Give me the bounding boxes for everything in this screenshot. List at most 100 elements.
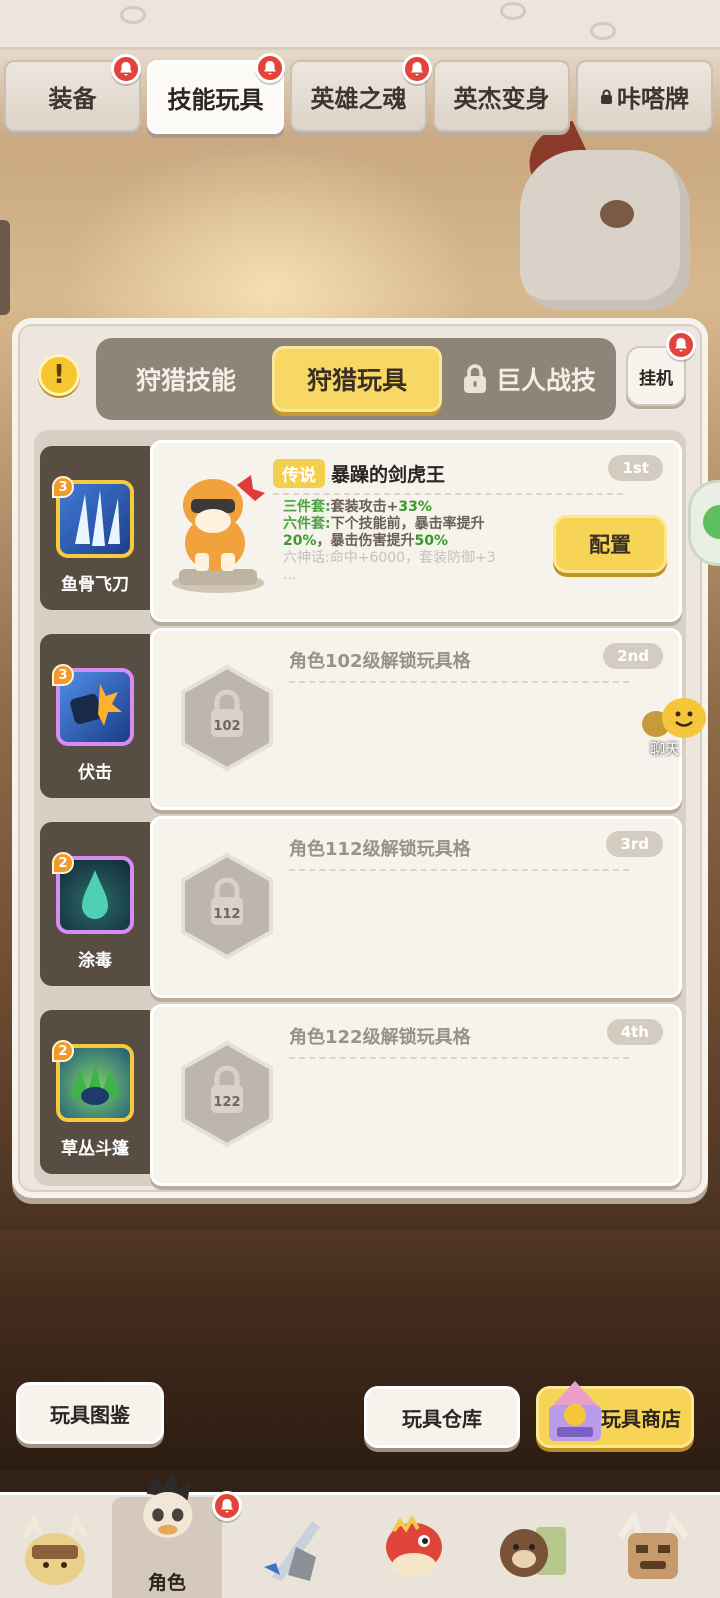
toy-slot-3: 2 涂毒 112 角色112级解锁玩具格 3rd <box>40 816 682 1000</box>
subtab-hunt-skills[interactable]: 狩猎技能 <box>106 346 266 412</box>
tab-label: 咔嗒牌 <box>617 84 689 113</box>
toy-codex-button[interactable]: 玩具图鉴 <box>16 1382 164 1444</box>
skill-level-badge: 3 <box>52 476 74 498</box>
tab-hero-transform[interactable]: 英杰变身 <box>433 60 570 132</box>
sword-shield-icon <box>264 1521 320 1581</box>
divider <box>289 1057 629 1059</box>
tab-skill-toys[interactable]: 技能玩具 <box>147 53 285 134</box>
tiki-totem-icon <box>617 1510 689 1579</box>
tab-equipment[interactable]: 装备 <box>4 54 141 132</box>
slot-rank-badge: 1st <box>608 455 663 481</box>
skill-name: 伏击 <box>78 763 112 783</box>
nav-guild[interactable] <box>598 1503 708 1595</box>
locked-toy-card[interactable]: 122 角色122级解锁玩具格 4th <box>150 1004 682 1186</box>
side-drawer-handle[interactable] <box>0 220 10 315</box>
side-event-button[interactable] <box>688 480 720 566</box>
lock-level-text: 112 <box>213 907 240 922</box>
subtab-hunt-toys[interactable]: 狩猎玩具 <box>272 346 442 412</box>
set-label: 三件套: <box>283 499 331 515</box>
sabertooth-king-toy-image <box>172 475 265 593</box>
skill-name: 草丛斗篷 <box>61 1139 129 1159</box>
tab-label: 英杰变身 <box>453 84 550 113</box>
decor-swirl <box>500 2 526 20</box>
toy-warehouse-button[interactable]: 玩具仓库 <box>364 1386 520 1448</box>
slot-rank-badge: 4th <box>606 1019 663 1045</box>
locked-toy-card[interactable]: 112 角色112级解锁玩具格 3rd <box>150 816 682 998</box>
slot-rank-badge: 3rd <box>606 831 663 857</box>
nav-hero-barbarian[interactable] <box>0 1503 110 1595</box>
tab-label: 装备 <box>48 84 97 113</box>
set-value: 50% <box>414 533 449 549</box>
info-icon: ! <box>53 360 65 390</box>
divider <box>289 681 629 683</box>
nav-hero-character[interactable]: 角色 <box>112 1472 242 1598</box>
toy-title: 传说 暴躁的剑虎王 <box>273 459 445 488</box>
lock-level-text: 122 <box>213 1095 240 1110</box>
skill-level-badge: 3 <box>52 664 74 686</box>
idle-button[interactable]: 挂机 <box>626 330 696 406</box>
background-skull <box>520 150 690 310</box>
button-label: 玩具图鉴 <box>50 1402 130 1427</box>
toy-slot-list: 3 鱼骨飞刀 传说 暴躁的剑虎王 1st 三件套:套装攻击+33% 六件套:下个… <box>34 430 686 1186</box>
tab-hero-soul[interactable]: 英雄之魂 <box>290 54 432 132</box>
unlock-hint: 角色102级解锁玩具格 <box>289 651 471 672</box>
locked-slot-icon: 112 <box>181 852 273 960</box>
skill-name: 涂毒 <box>78 951 112 971</box>
skill-column: 2 涂毒 <box>40 822 150 986</box>
subtab-label: 巨人战技 <box>495 366 596 395</box>
toy-shop-icon <box>549 1381 601 1441</box>
decor-swirl <box>590 22 616 40</box>
set-text: 套装攻击+ <box>330 499 399 515</box>
chat-label: 聊天 <box>650 740 681 758</box>
idle-label: 挂机 <box>639 368 673 389</box>
divider <box>273 493 623 495</box>
nav-label: 角色 <box>147 1572 186 1594</box>
configure-label: 配置 <box>589 533 631 557</box>
notification-bell-icon <box>666 330 696 360</box>
toy-set-bonus: 三件套:套装攻击+33% 六件套:下个技能前，暴击率提升 20%，暴击伤害提升5… <box>283 499 553 584</box>
tab-click-cards[interactable]: 咔嗒牌 <box>576 60 713 132</box>
bottom-nav: 角色 <box>0 1472 720 1598</box>
info-button[interactable]: ! <box>38 354 80 396</box>
skill-name: 鱼骨飞刀 <box>61 575 129 595</box>
set-text-ellipsis: ... <box>283 567 297 583</box>
unlock-hint: 角色112级解锁玩具格 <box>289 839 471 860</box>
skill-column: 3 鱼骨飞刀 <box>40 446 150 610</box>
nav-pet[interactable] <box>358 1503 468 1595</box>
set-text-muted: 六神话:命中+6000，套装防御+3 <box>283 550 496 566</box>
nav-shop[interactable] <box>478 1503 588 1595</box>
locked-toy-card[interactable]: 102 角色102级解锁玩具格 2nd <box>150 628 682 810</box>
subtab-giant-skills[interactable]: 巨人战技 <box>448 346 610 412</box>
set-label: 六件套: <box>283 516 331 532</box>
locked-slot-icon: 122 <box>181 1040 273 1148</box>
nav-equipment[interactable] <box>238 1503 348 1595</box>
toy-panel: ! 狩猎技能 狩猎玩具 巨人战技 挂机 3 鱼骨飞刀 传说 暴躁的剑虎王 1st… <box>12 318 708 1198</box>
divider <box>289 869 629 871</box>
toy-shop-button[interactable]: 玩具商店 <box>536 1381 694 1448</box>
toy-card[interactable]: 传说 暴躁的剑虎王 1st 三件套:套装攻击+33% 六件套:下个技能前，暴击率提… <box>150 440 682 622</box>
toy-slot-1: 3 鱼骨飞刀 传说 暴躁的剑虎王 1st 三件套:套装攻击+33% 六件套:下个… <box>40 440 682 624</box>
set-text: 下个技能前，暴击率提升 <box>330 516 485 532</box>
tab-label: 技能玩具 <box>167 85 264 114</box>
bear-shop-icon <box>500 1527 566 1577</box>
tab-label: 英雄之魂 <box>310 84 407 113</box>
toy-slot-2: 3 伏击 102 角色102级解锁玩具格 2nd <box>40 628 682 812</box>
configure-button[interactable]: 配置 <box>553 515 667 573</box>
skull-mask-hero-icon <box>143 1472 193 1538</box>
skill-column: 2 草丛斗篷 <box>40 1010 150 1174</box>
lock-icon <box>601 89 612 104</box>
top-header-strip <box>0 0 720 50</box>
set-text: ，暴击伤害提升 <box>316 533 415 549</box>
button-label: 玩具仓库 <box>402 1406 482 1431</box>
sub-tab-bar: 狩猎技能 狩猎玩具 巨人战技 <box>96 338 616 420</box>
skill-level-badge: 2 <box>52 1040 74 1062</box>
button-label: 玩具商店 <box>601 1406 681 1431</box>
toy-name: 暴躁的剑虎王 <box>331 464 446 486</box>
subtab-label: 狩猎玩具 <box>306 366 407 395</box>
padlock-icon <box>463 364 486 393</box>
barbarian-hero-icon <box>21 1514 89 1585</box>
slot-rank-badge: 2nd <box>603 643 663 669</box>
subtab-label: 狩猎技能 <box>135 366 236 395</box>
locked-slot-icon: 102 <box>181 664 273 772</box>
lock-level-text: 102 <box>213 719 240 734</box>
